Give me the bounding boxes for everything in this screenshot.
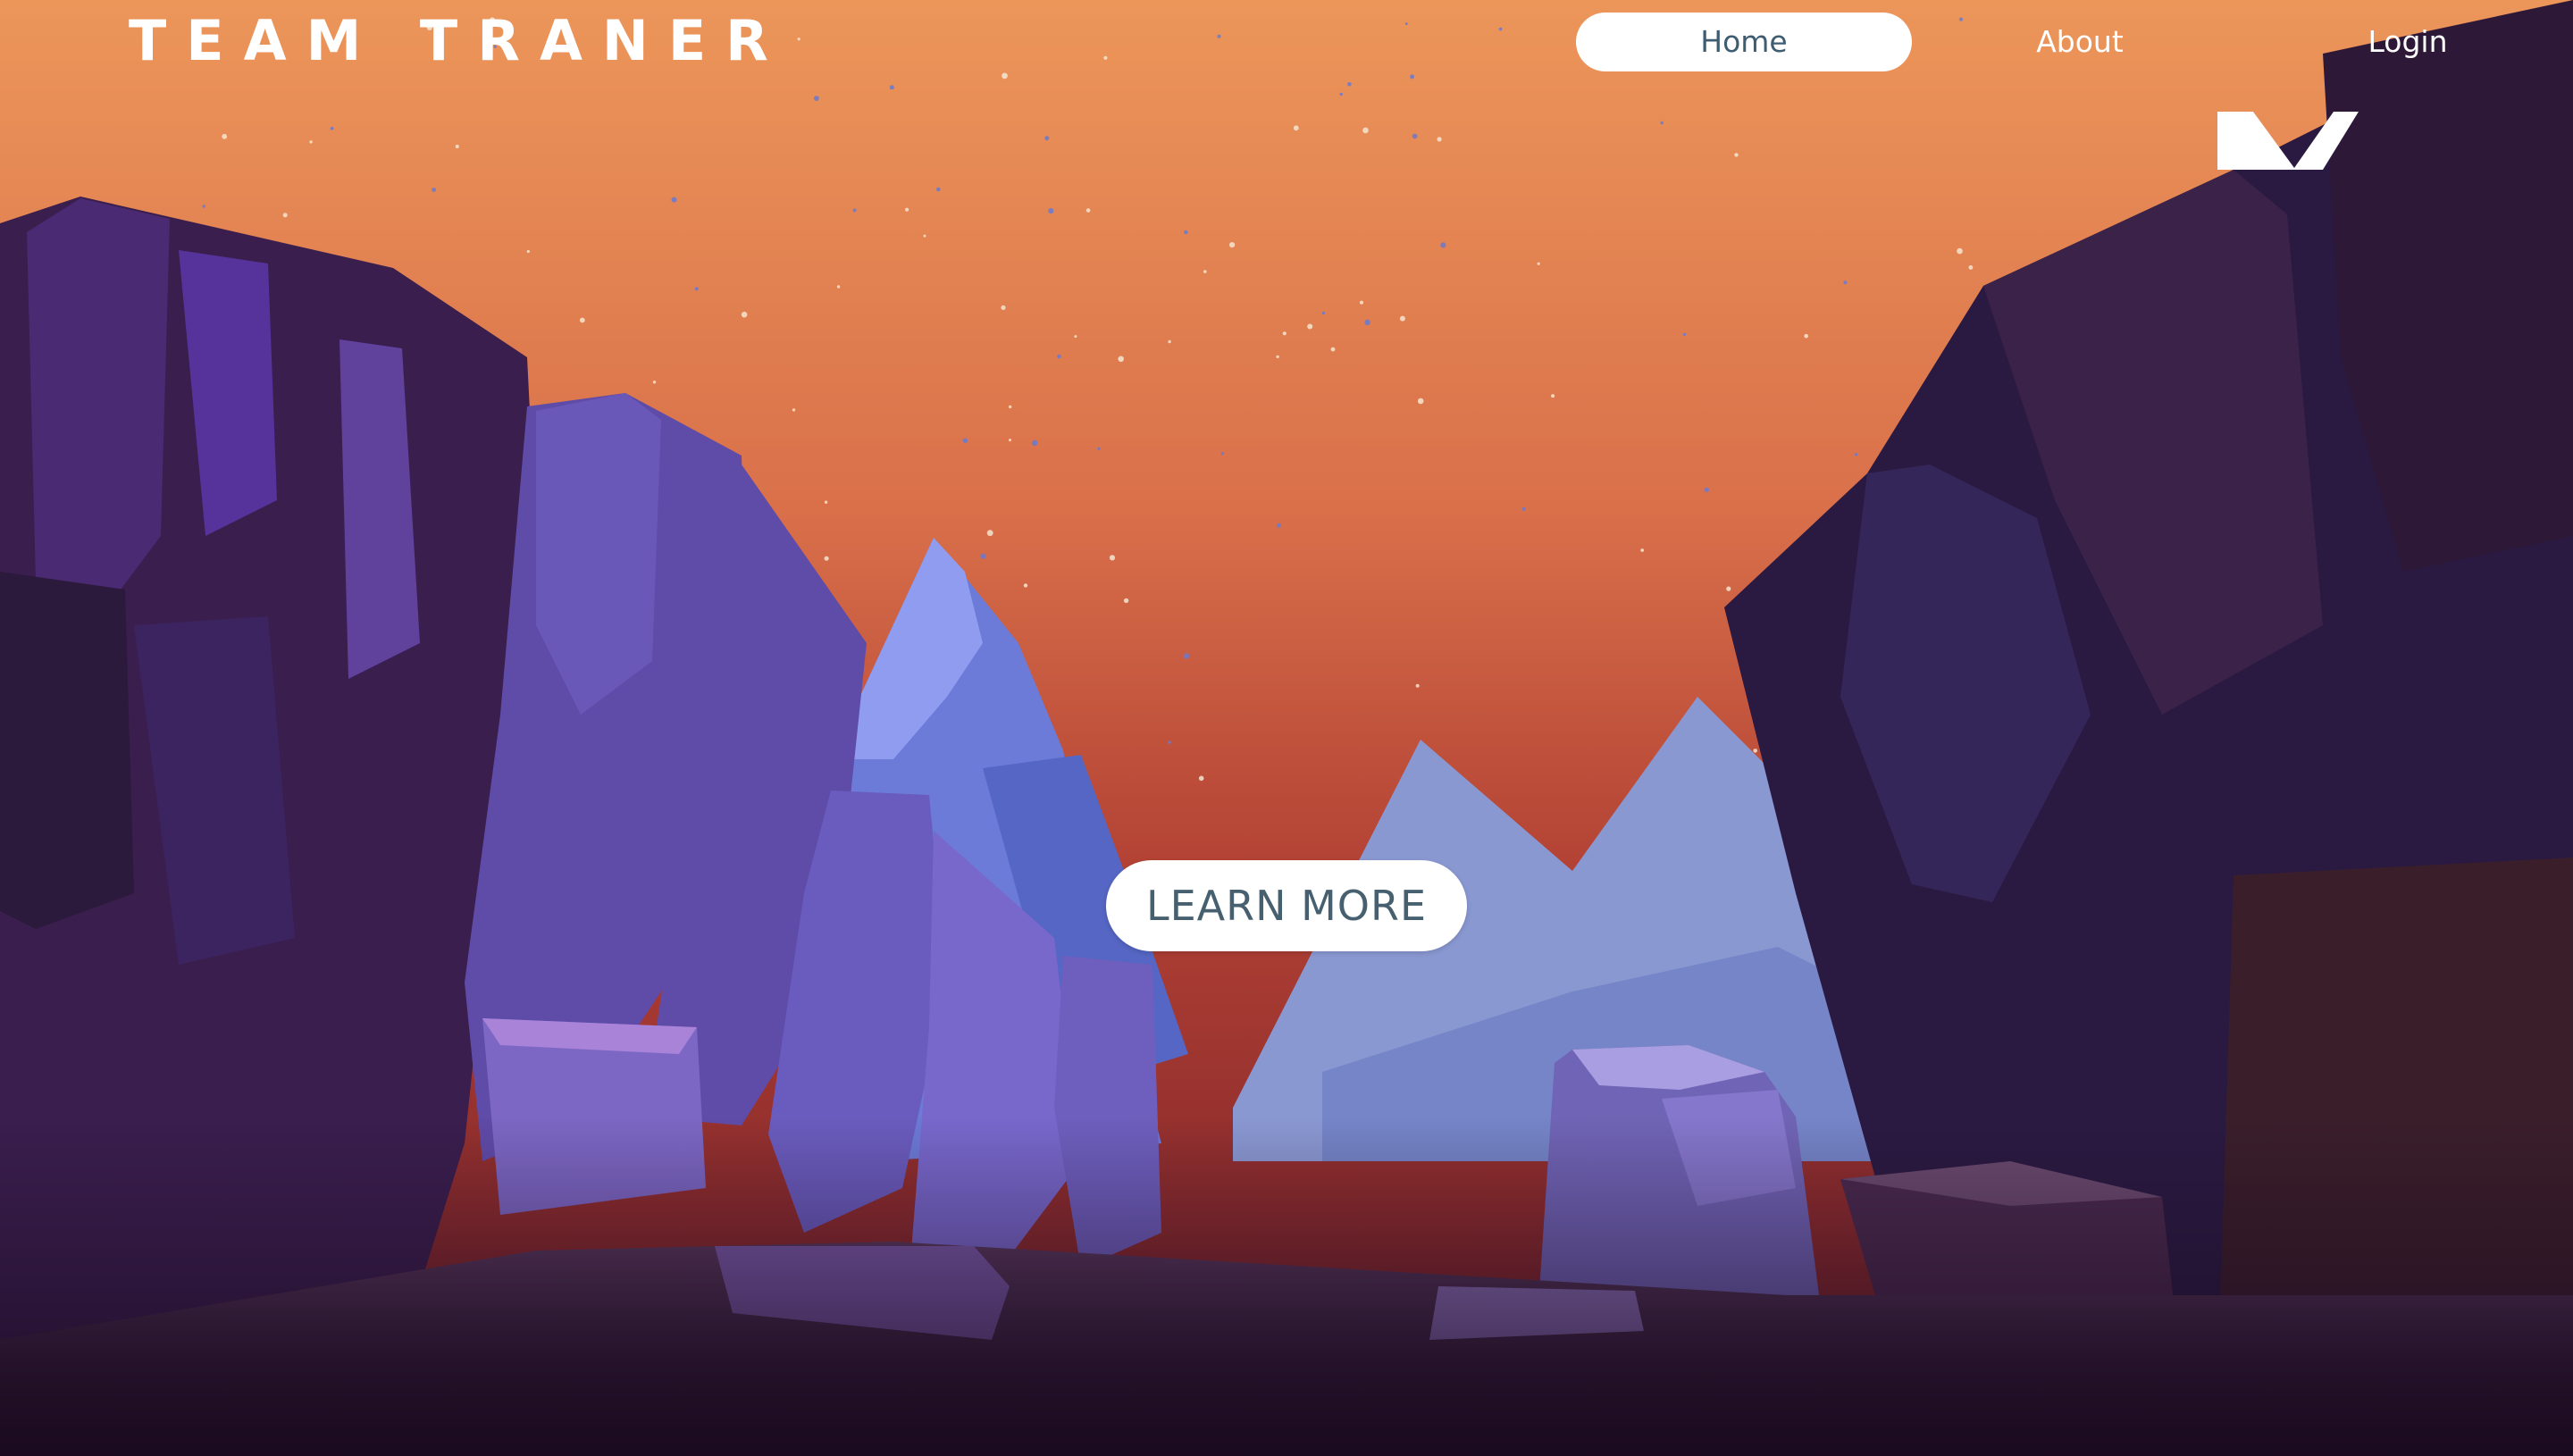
- star: [1734, 153, 1739, 157]
- star: [1044, 136, 1050, 141]
- star: [1307, 323, 1313, 330]
- star: [923, 234, 926, 238]
- star: [1551, 394, 1555, 398]
- star: [905, 207, 909, 212]
- star: [1537, 262, 1540, 265]
- star: [1229, 242, 1236, 248]
- star: [309, 140, 313, 144]
- star: [1855, 453, 1858, 456]
- star: [1843, 280, 1848, 285]
- star: [824, 500, 828, 504]
- star: [526, 249, 530, 254]
- star: [1085, 208, 1091, 213]
- star: [1640, 548, 1645, 552]
- star: [1048, 208, 1054, 214]
- star: [694, 287, 699, 291]
- star: [1276, 355, 1279, 359]
- star: [1293, 125, 1299, 131]
- star: [792, 408, 796, 412]
- star: [1184, 230, 1188, 235]
- star: [1440, 242, 1446, 248]
- star: [1203, 270, 1207, 273]
- star: [202, 205, 205, 208]
- star: [1023, 583, 1028, 588]
- star: [852, 208, 857, 213]
- star: [1682, 332, 1687, 337]
- site-header: TEAM TRANER Home About Login: [0, 0, 2573, 89]
- star: [330, 126, 334, 130]
- star: [1074, 335, 1077, 339]
- star: [1168, 339, 1171, 344]
- star: [1109, 555, 1116, 561]
- star: [1359, 300, 1364, 305]
- star: [1198, 775, 1204, 782]
- star: [936, 187, 941, 192]
- star: [1726, 586, 1731, 591]
- hero-background-illustration: [0, 0, 2573, 1456]
- star: [1957, 247, 1963, 255]
- star: [1220, 452, 1225, 456]
- star: [1123, 598, 1129, 604]
- star: [836, 285, 841, 289]
- star: [222, 133, 228, 139]
- star: [455, 144, 459, 149]
- star: [652, 381, 657, 384]
- nav-about-link[interactable]: About: [1995, 13, 2165, 71]
- star: [1704, 487, 1709, 492]
- star: [741, 311, 748, 318]
- star: [1364, 319, 1370, 326]
- star: [1339, 92, 1343, 96]
- star: [1660, 121, 1664, 125]
- star: [1097, 447, 1101, 450]
- star: [1415, 683, 1420, 688]
- star: [1183, 653, 1190, 659]
- star: [1057, 354, 1061, 359]
- star: [1521, 506, 1526, 511]
- star: [980, 553, 986, 559]
- star: [1009, 439, 1011, 442]
- star: [1330, 347, 1336, 352]
- star: [1031, 439, 1038, 447]
- star: [1753, 749, 1757, 753]
- star: [1399, 315, 1405, 322]
- star: [1282, 331, 1286, 336]
- star: [1321, 311, 1326, 315]
- star: [1412, 133, 1418, 139]
- star: [814, 96, 819, 101]
- star: [1417, 397, 1424, 405]
- nav-login-link[interactable]: Login: [2323, 13, 2493, 71]
- star: [986, 530, 993, 537]
- star: [1277, 523, 1281, 528]
- star: [962, 438, 968, 444]
- star: [1118, 356, 1124, 363]
- star: [432, 188, 436, 192]
- star: [282, 213, 288, 218]
- star: [1804, 333, 1808, 339]
- star: [1009, 405, 1012, 409]
- star: [1968, 265, 1974, 270]
- main-nav: Home About Login: [0, 13, 2573, 75]
- star: [1168, 741, 1171, 744]
- learn-more-button[interactable]: LEARN MORE: [1106, 860, 1467, 951]
- star: [579, 317, 585, 323]
- star: [824, 556, 829, 561]
- star: [1437, 137, 1442, 142]
- nav-home-link[interactable]: Home: [1576, 13, 1912, 71]
- star: [671, 197, 677, 203]
- star: [1362, 127, 1369, 134]
- star: [1001, 305, 1006, 310]
